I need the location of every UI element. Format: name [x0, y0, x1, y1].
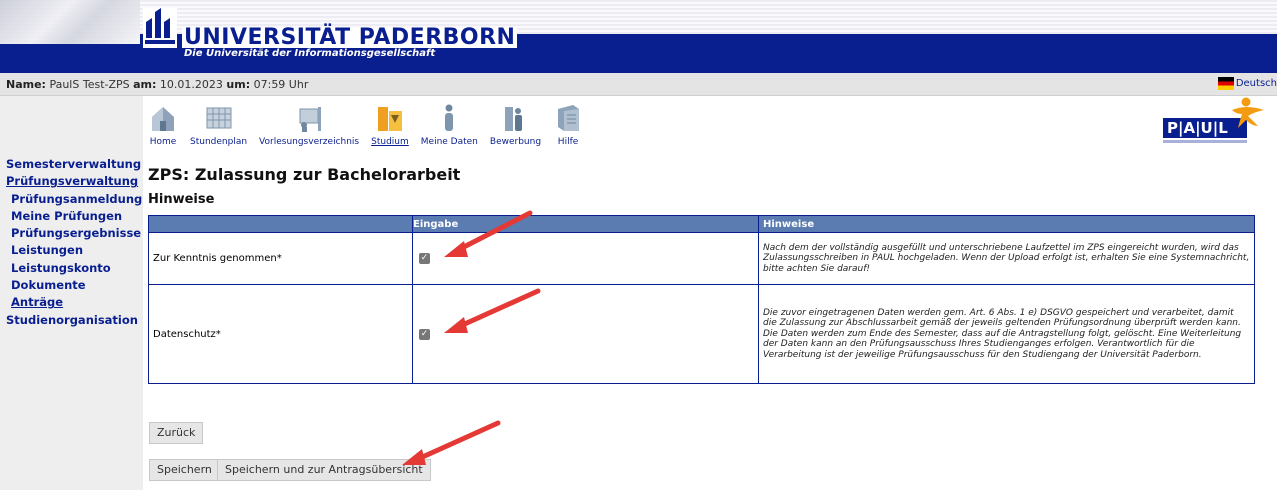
column-header-label — [148, 215, 413, 233]
left-navigation: Semesterverwaltung Prüfungsverwaltung Pr… — [0, 96, 143, 490]
column-header-hinweise: Hinweise — [758, 215, 1255, 233]
nav-pruefungsverwaltung[interactable]: Prüfungsverwaltung — [0, 173, 143, 190]
hints-table: Eingabe Hinweise Zur Kenntnis genommen* … — [148, 215, 1255, 384]
german-flag-icon — [1217, 77, 1234, 90]
university-title: UNIVERSITÄT PADERBORN — [182, 25, 518, 50]
topnav-hilfe-label: Hilfe — [557, 137, 579, 147]
nav-meine-pruefungen[interactable]: Meine Prüfungen — [0, 208, 143, 225]
language-label: Deutsch — [1235, 78, 1277, 89]
calendar-icon — [206, 107, 232, 129]
topnav-meine-daten-label: Meine Daten — [420, 137, 478, 147]
topnav-home[interactable]: Home — [148, 103, 178, 149]
topnav-hilfe[interactable]: Hilfe — [553, 103, 583, 149]
checkbox-datenschutz[interactable]: ✓ — [419, 328, 430, 340]
nav-semesterverwaltung[interactable]: Semesterverwaltung — [0, 156, 143, 173]
topnav-stundenplan-label: Stundenplan — [190, 137, 248, 147]
topnav-vorlesungsverzeichnis[interactable]: Vorlesungsverzeichnis — [259, 103, 359, 149]
time-label: um: — [226, 78, 251, 91]
name-label: Name: — [6, 78, 46, 91]
table-row: Zur Kenntnis genommen* ✓ Nach dem der vo… — [148, 232, 1255, 285]
topnav-studium-label: Studium — [371, 137, 409, 147]
row-label-datenschutz: Datenschutz* — [148, 284, 413, 384]
topnav-studium[interactable]: Studium — [371, 103, 409, 149]
session-date: 10.01.2023 — [159, 78, 223, 91]
paul-logo-text: P|A|U|L — [1167, 119, 1228, 138]
topnav-stundenplan[interactable]: Stundenplan — [190, 103, 247, 149]
university-subtitle: Die Universität der Informationsgesellsc… — [184, 48, 436, 59]
page-header: UNIVERSITÄT PADERBORN Die Universität de… — [0, 0, 1277, 73]
user-name: PaulS Test-ZPS — [49, 78, 130, 91]
nav-leistungen[interactable]: Leistungen — [0, 242, 143, 259]
header-circuit-graphic — [0, 0, 140, 44]
topnav-meine-daten[interactable]: Meine Daten — [421, 103, 478, 149]
nav-leistungskonto[interactable]: Leistungskonto — [0, 260, 143, 277]
topnav-home-label: Home — [149, 137, 177, 147]
paul-logo-icon: P|A|U|L — [1163, 97, 1264, 143]
application-icon — [505, 107, 523, 131]
session-time: 07:59 Uhr — [253, 78, 309, 91]
nav-dokumente[interactable]: Dokumente — [0, 277, 143, 294]
back-button[interactable]: Zurück — [149, 422, 204, 444]
section-title: Hinweise — [148, 192, 215, 207]
save-and-overview-button[interactable]: Speichern und zur Antragsübersicht — [217, 459, 431, 481]
language-switch[interactable]: Deutsch — [1217, 77, 1277, 90]
nav-pruefungsergebnisse[interactable]: Prüfungsergebnisse — [0, 225, 143, 242]
page-title: ZPS: Zulassung zur Bachelorarbeit — [148, 165, 461, 184]
topnav-bewerbung[interactable]: Bewerbung — [490, 103, 541, 149]
session-info-bar: Name: PaulS Test-ZPS am: 10.01.2023 um: … — [0, 73, 1277, 96]
help-icon — [558, 105, 580, 131]
cell-eingabe: ✓ — [412, 232, 759, 285]
university-logo-icon — [143, 8, 177, 48]
table-header-row: Eingabe Hinweise — [148, 215, 1255, 233]
person-icon — [445, 104, 454, 131]
nav-pruefungsanmeldung[interactable]: Prüfungsanmeldung — [0, 191, 143, 208]
table-row: Datenschutz* ✓ Die zuvor eingetragenen D… — [148, 284, 1255, 384]
top-navigation: Home Stundenplan Vorlesungsverzeichnis S… — [148, 103, 595, 149]
topnav-bewerbung-label: Bewerbung — [489, 137, 542, 147]
nav-antraege[interactable]: Anträge — [0, 294, 143, 311]
save-button[interactable]: Speichern — [149, 459, 220, 481]
hint-kenntnis: Nach dem der vollständig ausgefüllt und … — [758, 232, 1255, 285]
date-label: am: — [133, 78, 157, 91]
nav-studienorganisation[interactable]: Studienorganisation — [0, 312, 143, 329]
row-label-kenntnis: Zur Kenntnis genommen* — [148, 232, 413, 285]
column-header-eingabe: Eingabe — [412, 215, 759, 233]
lecture-icon — [299, 107, 322, 132]
topnav-vorlesungsverzeichnis-label: Vorlesungsverzeichnis — [259, 137, 360, 147]
home-icon — [152, 107, 174, 131]
cell-eingabe: ✓ — [412, 284, 759, 384]
checkbox-kenntnis[interactable]: ✓ — [419, 253, 430, 264]
hint-datenschutz: Die zuvor eingetragenen Daten werden gem… — [758, 284, 1255, 384]
study-icon — [377, 107, 402, 131]
